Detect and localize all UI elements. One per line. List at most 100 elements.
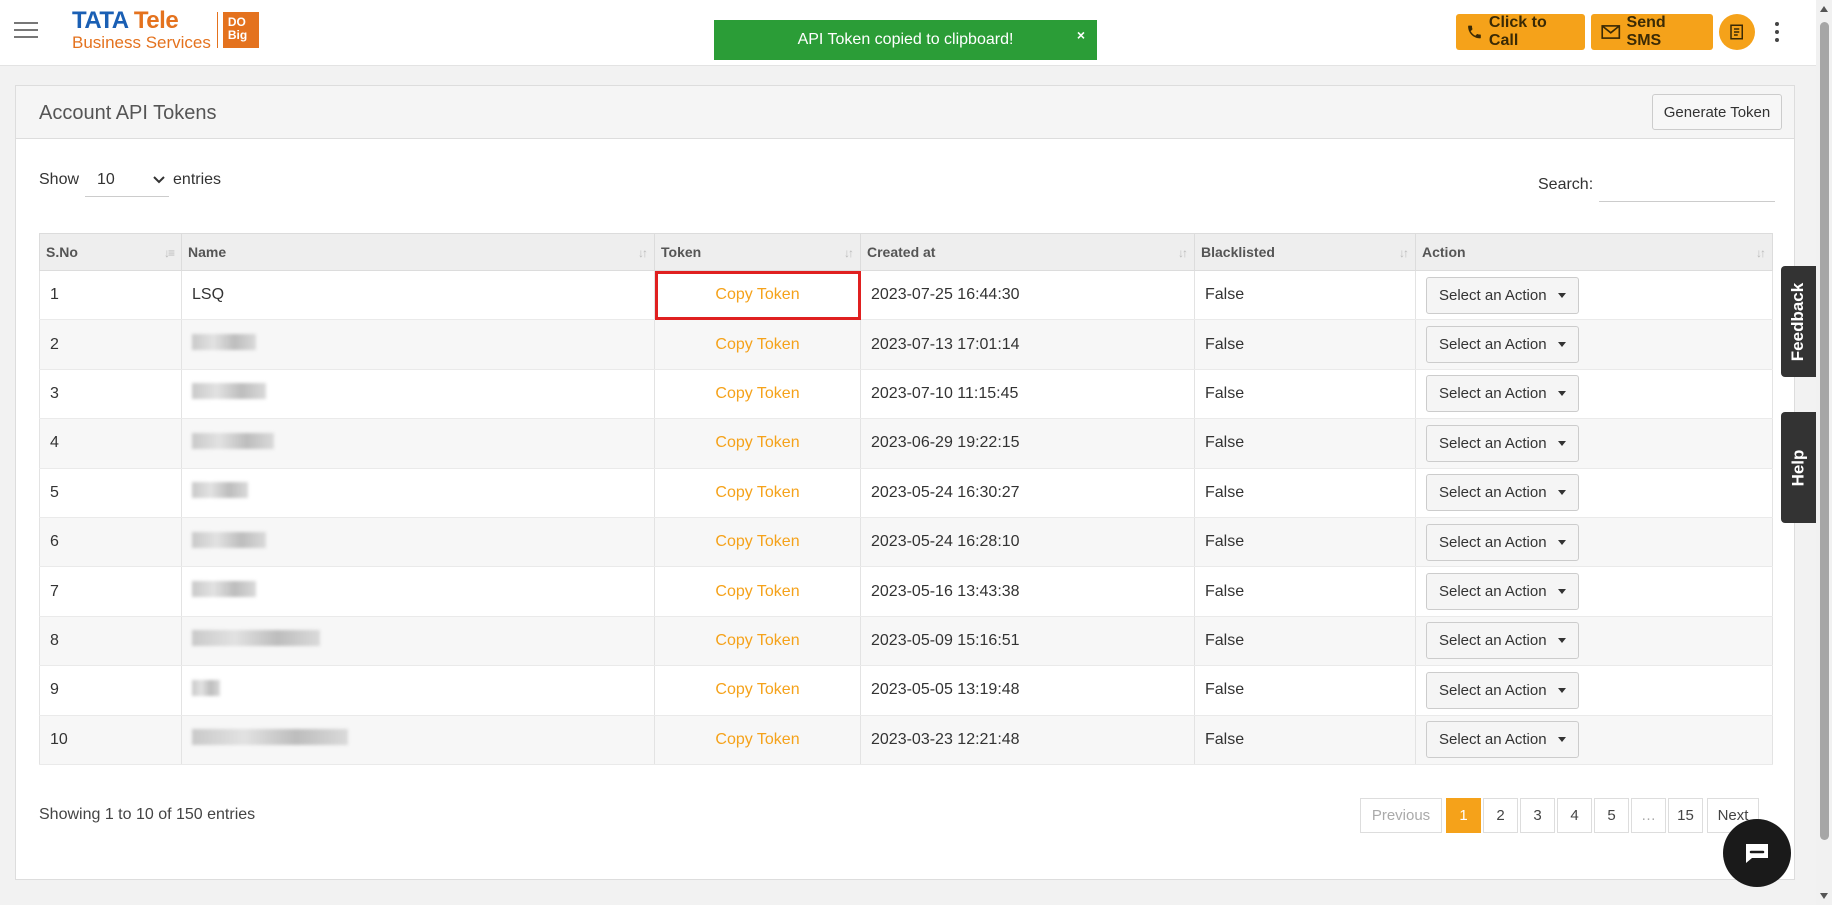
sort-icon: ↓↑ [1178, 246, 1188, 260]
logo-divider [216, 12, 218, 48]
column-header-token[interactable]: Token ↓↑ [654, 233, 861, 271]
select-action-dropdown[interactable]: Select an Action [1426, 326, 1579, 364]
table-row: 7 Copy Token 2023-05-16 13:43:38 False S… [39, 566, 1773, 617]
feedback-tab[interactable]: Feedback [1781, 266, 1816, 377]
scroll-down-icon[interactable] [1820, 893, 1828, 899]
sort-asc-icon: ↓≡ [163, 246, 175, 260]
scroll-up-icon[interactable] [1820, 6, 1828, 12]
pagination-page-1[interactable]: 1 [1446, 798, 1481, 833]
cell-action: Select an Action [1415, 369, 1773, 420]
badge-bottom: Big [227, 28, 248, 42]
generate-token-button[interactable]: Generate Token [1652, 94, 1782, 130]
column-label: Action [1422, 244, 1466, 260]
cell-action: Select an Action [1415, 319, 1773, 370]
select-action-dropdown[interactable]: Select an Action [1426, 375, 1579, 413]
copy-token-link[interactable]: Copy Token [654, 665, 861, 716]
redacted-name [192, 334, 256, 351]
dobig-badge: DO Big [222, 12, 259, 48]
click-to-call-button[interactable]: Click to Call [1456, 14, 1585, 50]
select-action-dropdown[interactable]: Select an Action [1426, 424, 1579, 462]
select-action-dropdown[interactable]: Select an Action [1426, 721, 1579, 759]
action-label: Select an Action [1439, 434, 1547, 452]
toast-close-icon[interactable]: × [1077, 27, 1085, 43]
sort-icon: ↓↑ [638, 246, 648, 260]
chat-widget-button[interactable] [1723, 819, 1791, 887]
entries-label: entries [173, 171, 222, 188]
caret-down-icon [1558, 589, 1566, 595]
action-label: Select an Action [1439, 286, 1547, 304]
help-label: Help [1788, 449, 1808, 486]
copy-token-link[interactable]: Copy Token [654, 715, 861, 765]
copy-token-link[interactable]: Copy Token [654, 418, 861, 469]
column-header-sno[interactable]: S.No ↓≡ [39, 233, 182, 271]
table-row: 6 Copy Token 2023-05-24 16:28:10 False S… [39, 517, 1773, 568]
cell-action: Select an Action [1415, 665, 1773, 716]
pagination-ellipsis: … [1631, 798, 1666, 833]
redacted-name [192, 581, 256, 598]
search-input[interactable] [1599, 166, 1776, 202]
select-action-dropdown[interactable]: Select an Action [1426, 573, 1579, 611]
cell-name [181, 616, 655, 667]
help-tab[interactable]: Help [1781, 412, 1816, 523]
cell-name [181, 566, 655, 617]
column-header-action[interactable]: Action ↓↑ [1415, 233, 1773, 271]
sort-icon: ↓↑ [1399, 246, 1409, 260]
cell-created: 2023-07-10 11:15:45 [860, 369, 1195, 420]
table-row: 4 Copy Token 2023-06-29 19:22:15 False S… [39, 418, 1773, 469]
caret-down-icon [1558, 342, 1566, 348]
page-scrollbar[interactable] [1816, 0, 1832, 905]
cell-created: 2023-05-24 16:30:27 [860, 468, 1195, 518]
redacted-name [192, 432, 274, 449]
cell-blacklisted: False [1194, 665, 1416, 716]
table-row: 9 Copy Token 2023-05-05 13:19:48 False S… [39, 665, 1773, 716]
search-control: Search: [1538, 166, 1776, 202]
sort-icon: ↓↑ [844, 246, 854, 260]
menu-icon[interactable] [14, 22, 38, 40]
copy-token-link[interactable]: Copy Token [654, 270, 861, 321]
pagination-page-4[interactable]: 4 [1557, 798, 1592, 833]
action-label: Select an Action [1439, 336, 1547, 354]
copy-token-link[interactable]: Copy Token [654, 566, 861, 617]
logo-subtitle: Business Services [72, 33, 211, 52]
chat-icon [1746, 844, 1768, 863]
cell-created: 2023-07-13 17:01:14 [860, 319, 1195, 370]
column-label: Created at [867, 244, 936, 260]
logo[interactable]: TATA Tele Business Services DO Big [72, 9, 259, 52]
phone-icon [1468, 25, 1481, 39]
cell-action: Select an Action [1415, 517, 1773, 568]
pagination-page-3[interactable]: 3 [1520, 798, 1555, 833]
copy-token-link[interactable]: Copy Token [654, 616, 861, 667]
pagination-previous[interactable]: Previous [1360, 798, 1442, 833]
column-label: Token [661, 244, 702, 260]
cell-sno: 10 [39, 715, 182, 765]
column-header-name[interactable]: Name ↓↑ [181, 233, 655, 271]
copy-token-link[interactable]: Copy Token [654, 517, 861, 568]
table-row: 1 LSQ Copy Token 2023-07-25 16:44:30 Fal… [39, 270, 1773, 321]
more-vertical-icon[interactable] [1774, 22, 1780, 42]
redacted-name [192, 679, 220, 696]
cell-name [181, 468, 655, 518]
cell-sno: 5 [39, 468, 182, 518]
select-action-dropdown[interactable]: Select an Action [1426, 622, 1579, 660]
page-length-select[interactable]: 10 [85, 163, 170, 197]
scroll-thumb[interactable] [1820, 22, 1829, 840]
column-label: Blacklisted [1201, 244, 1275, 260]
cell-sno: 3 [39, 369, 182, 420]
select-action-dropdown[interactable]: Select an Action [1426, 671, 1579, 709]
column-header-created[interactable]: Created at ↓↑ [860, 233, 1195, 271]
pagination-page-15[interactable]: 15 [1668, 798, 1703, 833]
column-header-blacklisted[interactable]: Blacklisted ↓↑ [1194, 233, 1416, 271]
select-action-dropdown[interactable]: Select an Action [1426, 523, 1579, 561]
search-label: Search: [1538, 176, 1594, 193]
pagination-page-5[interactable]: 5 [1594, 798, 1629, 833]
select-action-dropdown[interactable]: Select an Action [1426, 474, 1579, 512]
notebook-icon[interactable] [1719, 14, 1755, 50]
copy-token-link[interactable]: Copy Token [654, 319, 861, 370]
tokens-table: S.No ↓≡ Name ↓↑ Token ↓↑ Created at ↓↑ Black… [39, 233, 1773, 765]
select-action-dropdown[interactable]: Select an Action [1426, 276, 1579, 314]
copy-token-link[interactable]: Copy Token [654, 369, 861, 420]
send-sms-button[interactable]: Send SMS [1591, 14, 1713, 50]
cell-blacklisted: False [1194, 616, 1416, 667]
copy-token-link[interactable]: Copy Token [654, 468, 861, 518]
pagination-page-2[interactable]: 2 [1483, 798, 1518, 833]
